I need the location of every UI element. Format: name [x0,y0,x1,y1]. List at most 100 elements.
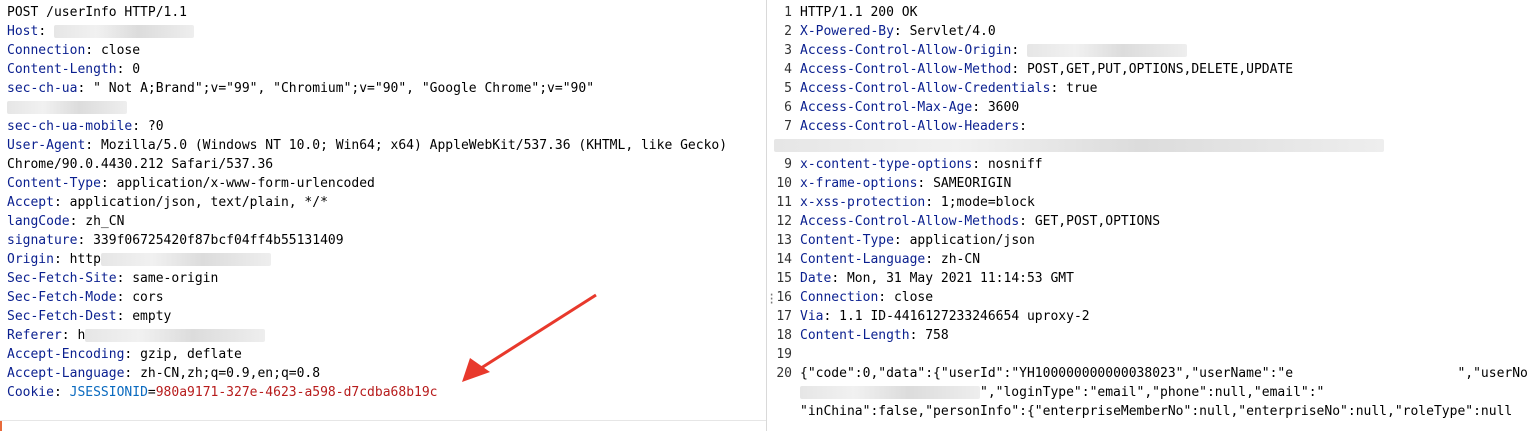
line-number: 18 [776,328,792,343]
header-value: {"code":0,"data":{"userId":"YH1000000000… [800,366,1528,381]
cookie-key: Cookie [7,385,54,400]
response-body-line: "inChina":false,"personInfo":{"enterpris… [800,402,1512,421]
header-value: cors [132,290,164,305]
redacted-line [7,98,127,117]
header-key: Content-Length [800,328,910,343]
header-key: Access-Control-Allow-Method [800,62,1012,77]
line-number: 15 [776,271,792,286]
response-line: X-Powered-By: Servlet/4.0 [800,24,996,39]
header-key: Date [800,271,832,286]
request-header-line: User-Agent: Mozilla/5.0 (Windows NT 10.0… [7,138,728,153]
header-value: nosniff [987,157,1043,172]
line-number: 11 [776,195,792,210]
header-value: close [100,43,141,58]
header-value: SAMEORIGIN [933,176,1012,191]
header-value: application/json, text/plain, */* [69,195,328,210]
response-body-line: ","loginType":"email","phone":null,"emai… [800,383,1324,402]
header-value: zh-CN,zh;q=0.9,en;q=0.8 [140,366,321,381]
header-key: sec-ch-ua [7,81,78,96]
body-text: "inChina":false,"personInfo":{"enterpris… [800,404,1513,419]
header-value: 339f06725420f87bcf04ff4b55131409 [93,233,344,248]
header-key: Content-Language [800,252,926,267]
header-value: application/json [909,233,1035,248]
header-value: h [77,328,86,343]
request-header-line: Sec-Fetch-Dest: empty [7,309,172,324]
header-value: http [69,252,101,267]
header-key: Sec-Fetch-Mode [7,290,117,305]
header-value: " Not A;Brand";v="99", "Chromium";v="90"… [93,81,595,96]
caret-marker [0,421,2,431]
response-pane[interactable]: 1 HTTP/1.1 200 OK 2 X-Powered-By: Servlet/4… [774,0,1531,431]
line-number: 3 [784,43,792,58]
response-line: Access-Control-Allow-Origin: [800,41,1187,60]
header-key: Access-Control-Allow-Methods [800,214,1020,229]
header-value: HTTP/1.1 200 OK [800,5,918,20]
request-header-line: Chrome/90.0.4430.212 Safari/537.36 [7,155,273,174]
header-key: x-content-type-options [800,157,973,172]
request-header-line: Sec-Fetch-Site: same-origin [7,271,219,286]
request-header-line: langCode: zh_CN [7,214,125,229]
line-number: 5 [784,81,792,96]
redacted-region [7,101,127,114]
response-line: Content-Length: 758 [800,328,949,343]
response-line: Via: 1.1 ID-4416127233246654 uproxy-2 [800,309,1090,324]
header-value: POST,GET,PUT,OPTIONS,DELETE,UPDATE [1026,62,1294,77]
header-value: empty [132,309,172,324]
response-line: Content-Type: application/json [800,233,1035,248]
response-line: Access-Control-Max-Age: 3600 [800,100,1020,115]
request-header-line: Accept: application/json, text/plain, */… [7,195,328,210]
header-key: Access-Control-Max-Age [800,100,973,115]
header-key: Sec-Fetch-Dest [7,309,117,324]
line-number: 1 [784,5,792,20]
response-line [774,136,1384,155]
line-number: 4 [784,62,792,77]
redacted-headers [774,139,1384,152]
response-line: HTTP/1.1 200 OK [800,3,917,22]
header-value: close [893,290,934,305]
cookie-name: JSESSIONID [69,385,148,400]
header-key: Content-Length [7,62,117,77]
header-key: Content-Type [800,233,894,248]
header-key: Content-Type [7,176,101,191]
body-text: ","loginType":"email","phone":null,"emai… [980,385,1325,400]
header-key: Access-Control-Allow-Credentials [800,81,1051,96]
line-number: 12 [776,214,792,229]
response-line: Date: Mon, 31 May 2021 11:14:53 GMT [800,271,1074,286]
request-header-line: Host: [7,22,194,41]
header-value: 758 [925,328,949,343]
line-number: 17 [776,309,792,324]
header-value: Mon, 31 May 2021 11:14:53 GMT [846,271,1074,286]
line-number: 6 [784,100,792,115]
line-number: 13 [776,233,792,248]
header-key: Sec-Fetch-Site [7,271,117,286]
response-line: x-content-type-options: nosniff [800,157,1043,172]
header-key: x-xss-protection [800,195,926,210]
response-line: x-xss-protection: 1;mode=block [800,195,1035,210]
response-line: Access-Control-Allow-Methods: GET,POST,O… [800,214,1161,229]
redacted-origin [100,253,271,266]
header-key: Access-Control-Allow-Origin [800,43,1012,58]
cookie-value: 980a9171-327e-4623-a598-d7cdba68b19c [155,385,438,400]
header-value: ?0 [147,119,164,134]
header-value: 0 [132,62,141,77]
header-value: gzip, deflate [140,347,242,362]
header-value: Mozilla/5.0 (Windows NT 10.0; Win64; x64… [100,138,728,153]
request-header-line: Connection: close [7,43,141,58]
header-value: same-origin [132,271,219,286]
header-key: Origin [7,252,54,267]
line-number: 20 [776,366,792,381]
response-line: Connection: close [800,290,934,305]
header-key: Access-Control-Allow-Headers [800,119,1020,134]
request-header-line: Referer: h [7,326,266,345]
line-number: 9 [784,157,792,172]
line-number: 16 [776,290,792,305]
header-key: Connection [800,290,879,305]
request-header-line: sec-ch-ua: " Not A;Brand";v="99", "Chrom… [7,81,595,96]
line-number: 14 [776,252,792,267]
line-number: 7 [784,119,792,134]
header-key: Connection [7,43,86,58]
header-value: GET,POST,OPTIONS [1034,214,1161,229]
request-pane[interactable]: POST /userInfo HTTP/1.1 Host: Connection… [0,0,766,431]
line-number: 19 [776,347,792,362]
header-value: 1;mode=block [940,195,1035,210]
